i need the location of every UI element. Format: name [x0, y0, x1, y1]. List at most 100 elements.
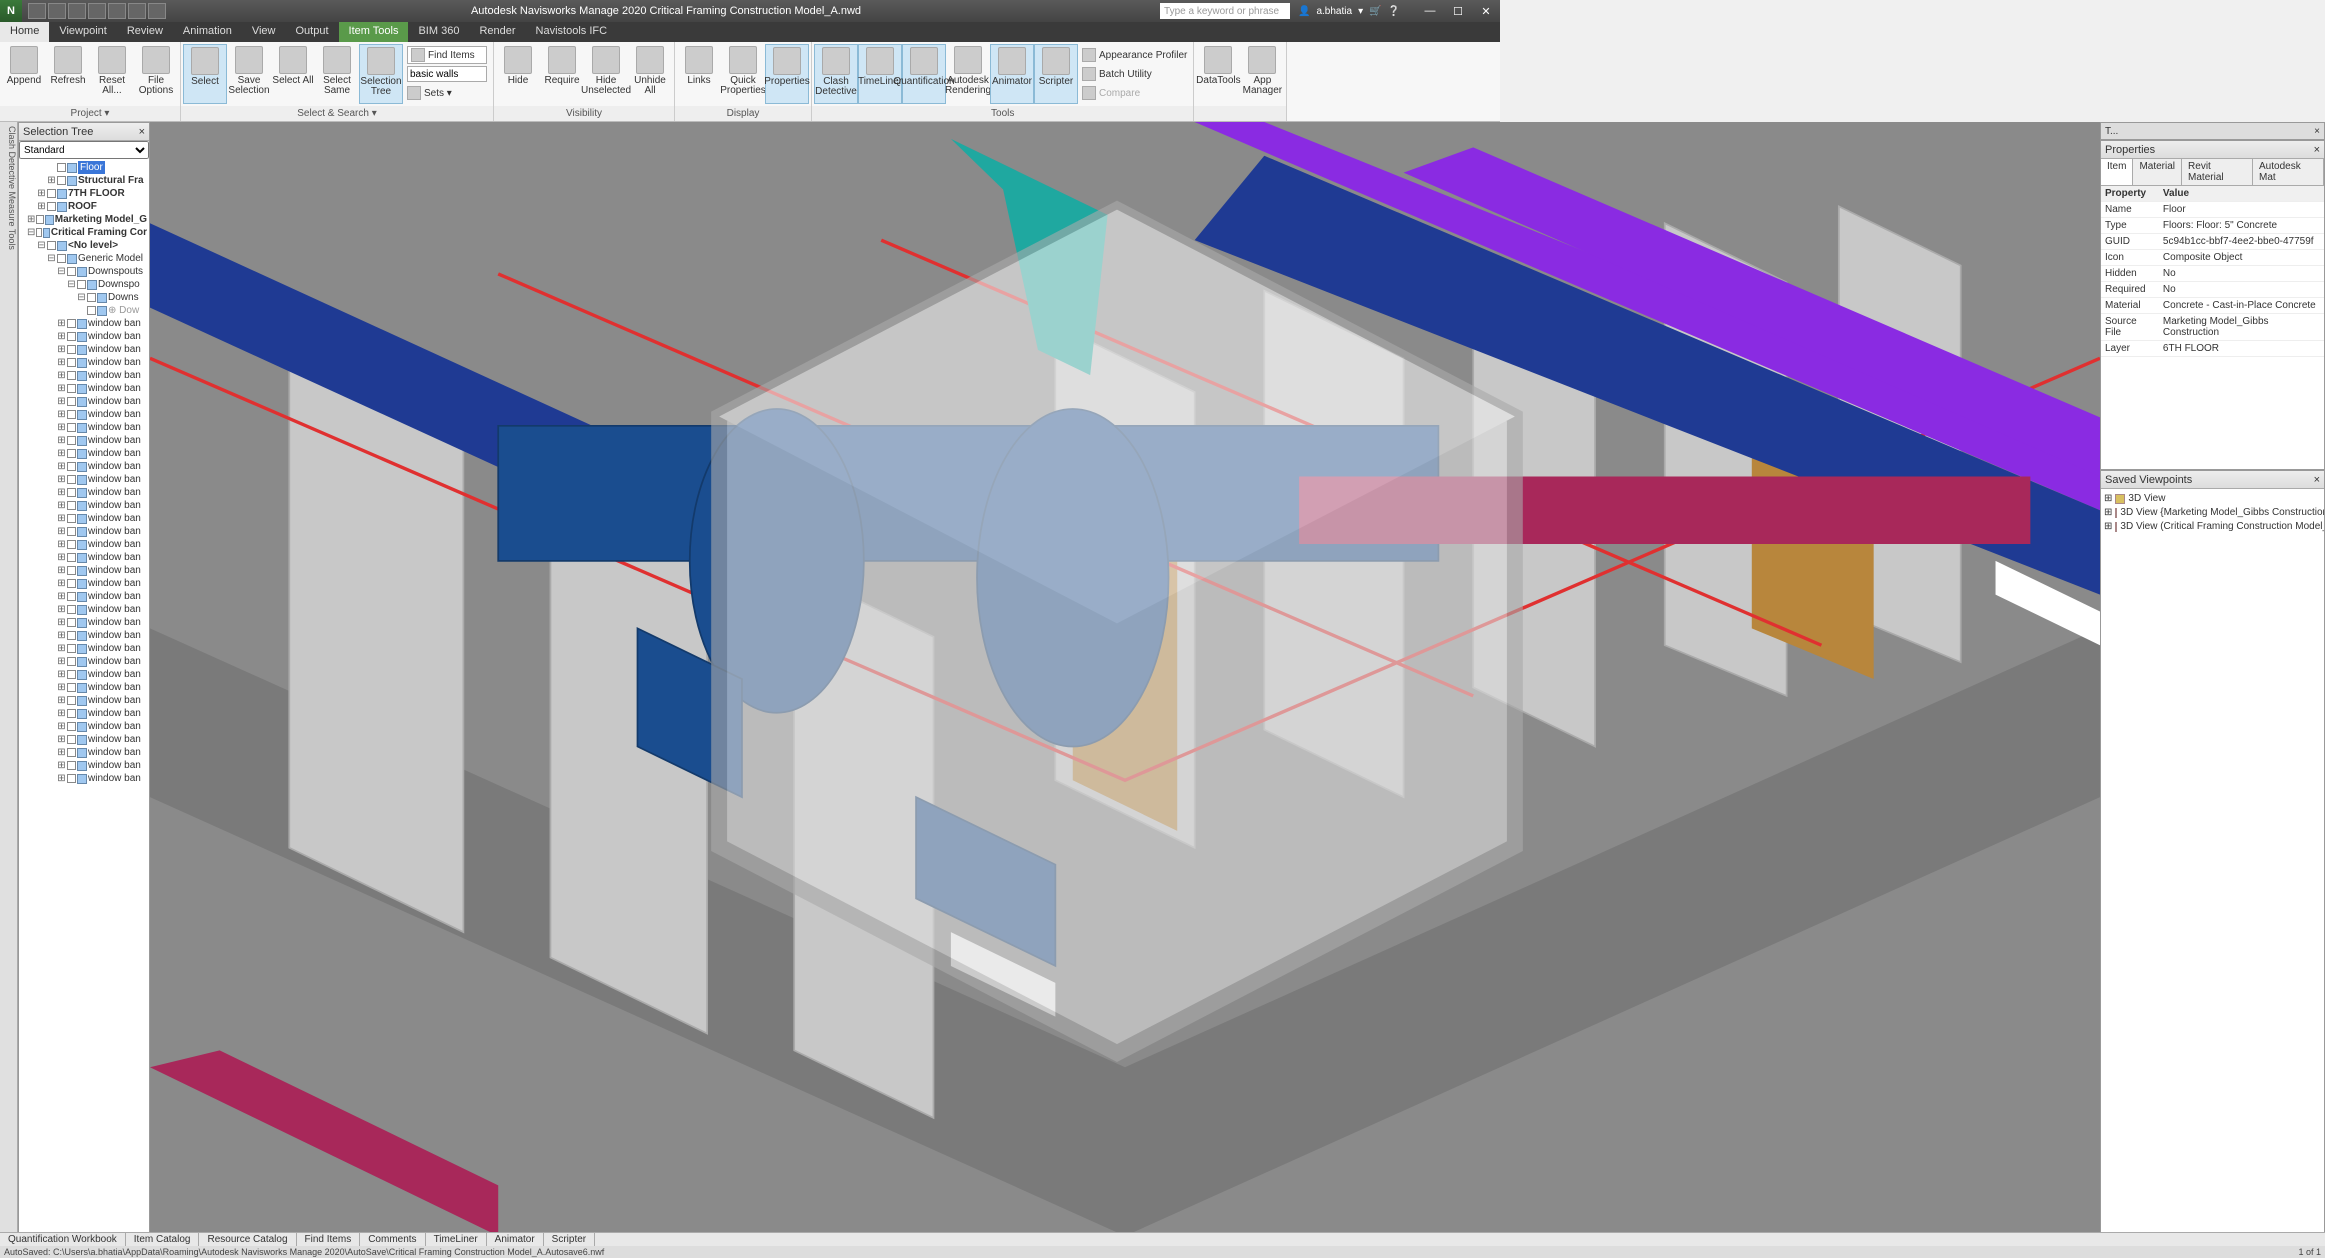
expand-icon[interactable]: ⊞ — [57, 694, 66, 707]
ribbon-selection-tree[interactable]: Selection Tree — [359, 44, 403, 104]
tree-node[interactable]: ⊞ROOF — [21, 200, 147, 213]
tree-node[interactable]: ⊟Downs — [21, 291, 147, 304]
timeliner-collapsed-panel[interactable]: T...× — [2100, 122, 2325, 140]
tree-node[interactable]: ⊞window ban — [21, 525, 147, 538]
tree-node[interactable]: ⊞window ban — [21, 356, 147, 369]
tree-node[interactable]: ⊞window ban — [21, 434, 147, 447]
tree-node[interactable]: ⊞window ban — [21, 655, 147, 668]
property-row[interactable]: MaterialConcrete - Cast-in-Place Concret… — [2101, 298, 2324, 314]
expand-icon[interactable]: ⊞ — [57, 551, 66, 564]
ribbon-mini-sets-[interactable]: Sets ▾ — [407, 84, 487, 102]
left-dock-rail[interactable]: Clash Detective Measure Tools — [0, 122, 18, 1236]
qat-refresh-icon[interactable] — [88, 3, 106, 19]
expand-icon[interactable]: ⊞ — [57, 525, 66, 538]
property-row[interactable]: GUID5c94b1cc-bbf7-4ee2-bbe0-47759f — [2101, 234, 2324, 250]
ribbon-select[interactable]: Select — [183, 44, 227, 104]
ribbon-datatools[interactable]: DataTools — [1196, 44, 1240, 104]
tree-node[interactable]: ⊞window ban — [21, 629, 147, 642]
ribbon-mini-find-items[interactable]: Find Items — [407, 46, 487, 64]
expand-icon[interactable]: ⊞ — [57, 343, 66, 356]
expand-icon[interactable]: ⊞ — [57, 369, 66, 382]
menu-tab-output[interactable]: Output — [286, 22, 339, 42]
saved-viewpoints-header[interactable]: Saved Viewpoints × — [2101, 471, 2324, 489]
menu-tab-render[interactable]: Render — [469, 22, 525, 42]
expand-icon[interactable]: ⊞ — [57, 447, 66, 460]
ribbon-save-selection[interactable]: Save Selection — [227, 44, 271, 104]
ribbon-quick-properties[interactable]: Quick Properties — [721, 44, 765, 104]
close-icon[interactable]: × — [2314, 144, 2320, 156]
expand-icon[interactable]: ⊞ — [57, 772, 66, 785]
expand-icon[interactable]: ⊞ — [37, 187, 46, 200]
tree-node[interactable]: ⊞window ban — [21, 681, 147, 694]
view-cube[interactable] — [142, 130, 2092, 1244]
expand-icon[interactable]: ⊞ — [57, 655, 66, 668]
expand-icon[interactable]: ⊞ — [57, 317, 66, 330]
ribbon-unhide-all[interactable]: Unhide All — [628, 44, 672, 104]
selection-tree[interactable]: Floor⊞Structural Fra⊞7TH FLOOR⊞ROOF⊞Mark… — [19, 159, 149, 1235]
ribbon-file-options[interactable]: File Options — [134, 44, 178, 104]
close-icon[interactable]: × — [2314, 126, 2320, 137]
ribbon-append[interactable]: Append — [2, 44, 46, 104]
expand-icon[interactable]: ⊞ — [57, 382, 66, 395]
expand-icon[interactable]: ⊞ — [57, 616, 66, 629]
menu-tab-review[interactable]: Review — [117, 22, 173, 42]
expand-icon[interactable]: ⊞ — [57, 668, 66, 681]
tree-node[interactable]: ⊞window ban — [21, 473, 147, 486]
expand-icon[interactable]: ⊞ — [57, 603, 66, 616]
tree-node[interactable]: ⊞window ban — [21, 369, 147, 382]
expand-icon[interactable]: ⊞ — [57, 590, 66, 603]
property-row[interactable]: NameFloor — [2101, 202, 2324, 218]
ribbon-refresh[interactable]: Refresh — [46, 44, 90, 104]
tree-node[interactable]: ⊞window ban — [21, 460, 147, 473]
expand-icon[interactable]: ⊞ — [57, 629, 66, 642]
ribbon-clash-detective[interactable]: Clash Detective — [814, 44, 858, 104]
expand-icon[interactable]: ⊞ — [2104, 506, 2112, 520]
ribbon-reset-all-[interactable]: Reset All... — [90, 44, 134, 104]
close-button[interactable]: ✕ — [1472, 0, 1500, 22]
ribbon-properties[interactable]: Properties — [765, 44, 809, 104]
ribbon-mini-batch-utility[interactable]: Batch Utility — [1082, 65, 1187, 83]
expand-icon[interactable]: ⊟ — [77, 291, 86, 304]
expand-icon[interactable]: ⊞ — [57, 733, 66, 746]
expand-icon[interactable]: ⊞ — [57, 395, 66, 408]
ribbon-mini-compare[interactable]: Compare — [1082, 84, 1187, 102]
tree-node[interactable]: ⊞window ban — [21, 551, 147, 564]
property-row[interactable]: HiddenNo — [2101, 266, 2324, 282]
expand-icon[interactable]: ⊞ — [47, 174, 56, 187]
help-icon[interactable]: ❔ — [1388, 6, 1400, 17]
tree-node[interactable]: ⊞window ban — [21, 538, 147, 551]
selection-tree-mode[interactable]: Standard — [19, 141, 149, 159]
menu-tab-item-tools[interactable]: Item Tools — [339, 22, 409, 42]
tree-node[interactable]: ⊞window ban — [21, 486, 147, 499]
menu-tab-navistools-ifc[interactable]: Navistools IFC — [526, 22, 618, 42]
tree-node[interactable]: ⊞Structural Fra — [21, 174, 147, 187]
ribbon-hide[interactable]: Hide — [496, 44, 540, 104]
expand-icon[interactable]: ⊞ — [57, 642, 66, 655]
tree-node[interactable]: ⊞window ban — [21, 421, 147, 434]
tree-node[interactable]: ⊞window ban — [21, 343, 147, 356]
expand-icon[interactable]: ⊞ — [57, 577, 66, 590]
tree-node[interactable]: ⊞window ban — [21, 746, 147, 759]
tree-node[interactable]: ⊟<No level> — [21, 239, 147, 252]
expand-icon[interactable]: ⊟ — [57, 265, 66, 278]
expand-icon[interactable]: ⊞ — [57, 408, 66, 421]
property-row[interactable]: IconComposite Object — [2101, 250, 2324, 266]
saved-viewpoint-item[interactable]: ⊞3D View {Marketing Model_Gibbs Construc… — [2104, 506, 2321, 520]
props-tab-autodesk-mat[interactable]: Autodesk Mat — [2253, 159, 2324, 185]
tree-node[interactable]: ⊞window ban — [21, 759, 147, 772]
menu-tab-view[interactable]: View — [242, 22, 286, 42]
ribbon-animator[interactable]: Animator — [990, 44, 1034, 104]
expand-icon[interactable]: ⊞ — [57, 707, 66, 720]
tree-node[interactable]: ⊞window ban — [21, 317, 147, 330]
expand-icon[interactable]: ⊞ — [57, 759, 66, 772]
tree-node[interactable]: ⊞window ban — [21, 720, 147, 733]
property-row[interactable]: RequiredNo — [2101, 282, 2324, 298]
qat-print-icon[interactable] — [68, 3, 86, 19]
property-row[interactable]: TypeFloors: Floor: 5" Concrete — [2101, 218, 2324, 234]
expand-icon[interactable]: ⊞ — [57, 564, 66, 577]
expand-icon[interactable]: ⊞ — [57, 499, 66, 512]
props-tab-material[interactable]: Material — [2133, 159, 2182, 185]
tree-node[interactable]: ⊟Downspouts — [21, 265, 147, 278]
ribbon-select-all[interactable]: Select All — [271, 44, 315, 104]
tree-node[interactable]: ⊞7TH FLOOR — [21, 187, 147, 200]
